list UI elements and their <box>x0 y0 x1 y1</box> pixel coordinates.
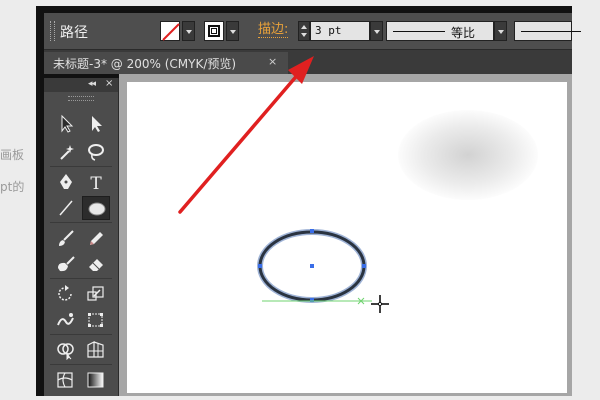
anchor-point[interactable] <box>310 229 314 233</box>
crosshair-cursor-icon <box>371 295 389 313</box>
canvas-overlay <box>178 56 389 313</box>
anchor-point[interactable] <box>362 264 366 268</box>
center-point[interactable] <box>310 264 314 268</box>
anchor-point[interactable] <box>258 264 262 268</box>
annotation-arrow <box>178 56 314 214</box>
